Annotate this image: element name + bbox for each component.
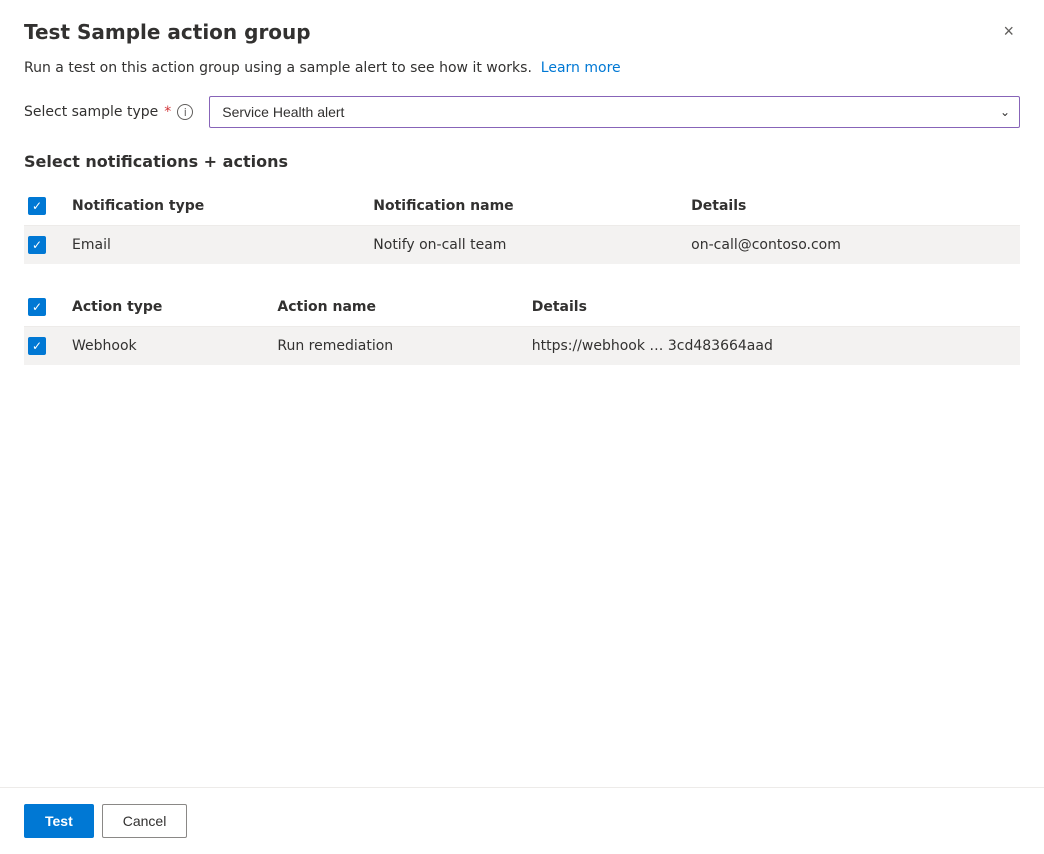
actions-check-header[interactable]: ✓ <box>24 288 64 327</box>
notifications-table: ✓ Notification type Notification name De… <box>24 187 1020 264</box>
action-name-cell[interactable]: Run remediation <box>269 327 523 366</box>
test-sample-action-group-dialog: Test Sample action group × Run a test on… <box>0 0 1044 854</box>
notifications-details-header: Details <box>683 187 1020 226</box>
sample-type-row: Select sample type * i Service Health al… <box>24 96 1020 128</box>
actions-table: ✓ Action type Action name Details ✓ <box>24 288 1020 365</box>
actions-section: ✓ Action type Action name Details ✓ <box>24 288 1020 365</box>
action-row: ✓ Webhook Run remediation https://webhoo… <box>24 327 1020 366</box>
dialog-body: Run a test on this action group using a … <box>0 60 1044 787</box>
actions-header-row: ✓ Action type Action name Details <box>24 288 1020 327</box>
action-checkbox-cell[interactable]: ✓ <box>24 327 64 366</box>
notifications-header-row: ✓ Notification type Notification name De… <box>24 187 1020 226</box>
cancel-button[interactable]: Cancel <box>102 804 188 838</box>
sample-type-select[interactable]: Service Health alert Metric alert Log al… <box>209 96 1020 128</box>
dialog-title: Test Sample action group <box>24 20 311 44</box>
action-details-cell: https://webhook … 3cd483664aad <box>524 327 1020 366</box>
sample-type-label: Select sample type * i <box>24 104 193 120</box>
notification-name-cell[interactable]: Notify on-call team <box>365 226 683 265</box>
actions-name-header: Action name <box>269 288 523 327</box>
notification-row: ✓ Email Notify on-call team on-call@cont… <box>24 226 1020 265</box>
dialog-header: Test Sample action group × <box>0 0 1044 60</box>
sample-type-select-wrapper: Service Health alert Metric alert Log al… <box>209 96 1020 128</box>
learn-more-link[interactable]: Learn more <box>541 60 621 76</box>
test-button[interactable]: Test <box>24 804 94 838</box>
notification-type-cell: Email <box>64 226 365 265</box>
notification-details-cell: on-call@contoso.com <box>683 226 1020 265</box>
notifications-check-header[interactable]: ✓ <box>24 187 64 226</box>
notification-checkbox-cell[interactable]: ✓ <box>24 226 64 265</box>
dialog-footer: Test Cancel <box>0 787 1044 854</box>
description-row: Run a test on this action group using a … <box>24 60 1020 76</box>
notifications-type-header: Notification type <box>64 187 365 226</box>
description-text: Run a test on this action group using a … <box>24 60 532 76</box>
info-icon[interactable]: i <box>177 104 193 120</box>
close-button[interactable]: × <box>997 20 1020 42</box>
section-title: Select notifications + actions <box>24 152 1020 171</box>
actions-details-header: Details <box>524 288 1020 327</box>
notifications-name-header: Notification name <box>365 187 683 226</box>
action-type-cell: Webhook <box>64 327 269 366</box>
required-star: * <box>164 104 171 120</box>
actions-type-header: Action type <box>64 288 269 327</box>
notifications-section: ✓ Notification type Notification name De… <box>24 187 1020 264</box>
